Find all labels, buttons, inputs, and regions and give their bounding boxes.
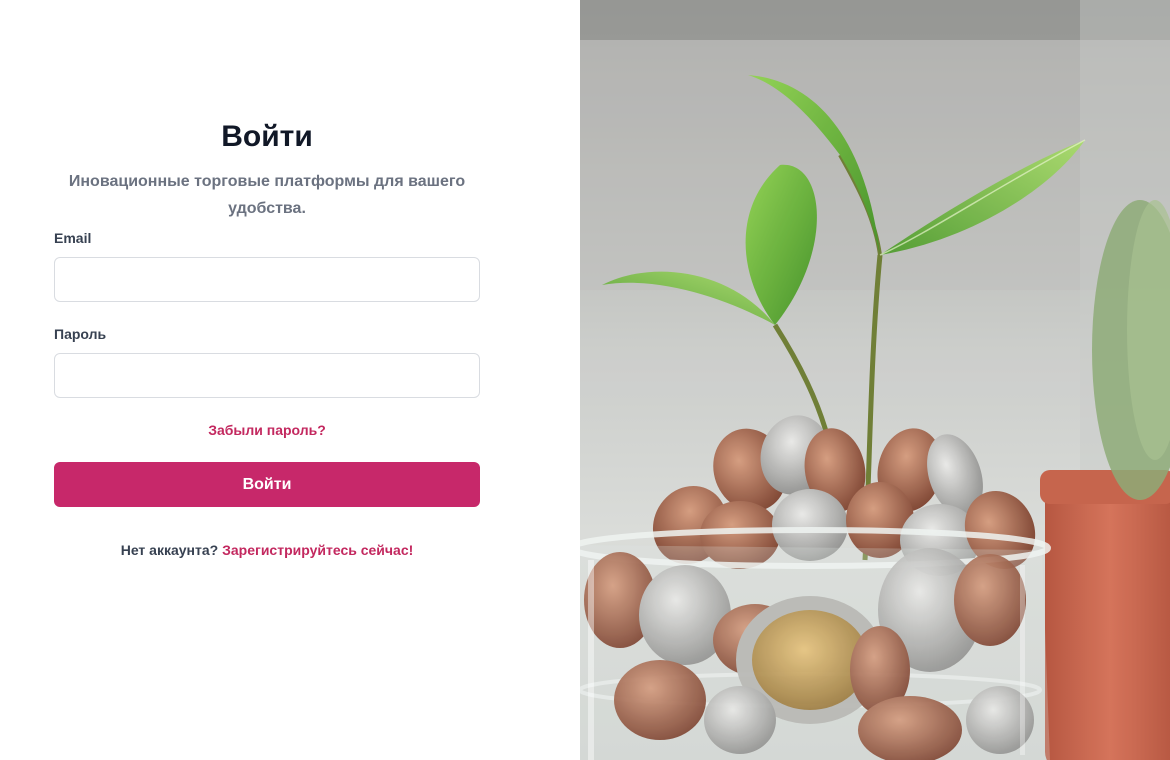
email-label: Email — [54, 230, 92, 246]
forgot-password-link[interactable]: Забыли пароль? — [54, 420, 480, 440]
password-field[interactable] — [54, 353, 480, 398]
login-panel: Войти Иновационные торговые платформы дл… — [0, 0, 580, 760]
signup-prompt: Нет аккаунта? Зарегистрируйтесь сейчас! — [54, 540, 480, 560]
no-account-text: Нет аккаунта? — [120, 542, 219, 558]
email-field[interactable] — [54, 257, 480, 302]
login-form: Войти Иновационные торговые платформы дл… — [54, 112, 480, 560]
login-button[interactable]: Войти — [54, 462, 480, 507]
password-label: Пароль — [54, 326, 107, 342]
page-subtitle: Иновационные торговые платформы для ваше… — [68, 173, 466, 217]
hero-image — [580, 0, 1170, 760]
login-page: Войти Иновационные торговые платформы дл… — [0, 0, 1170, 760]
page-title: Войти — [221, 120, 313, 153]
register-link[interactable]: Зарегистрируйтесь сейчас! — [222, 542, 413, 558]
plant-in-coins-jar-photo — [580, 0, 1170, 760]
